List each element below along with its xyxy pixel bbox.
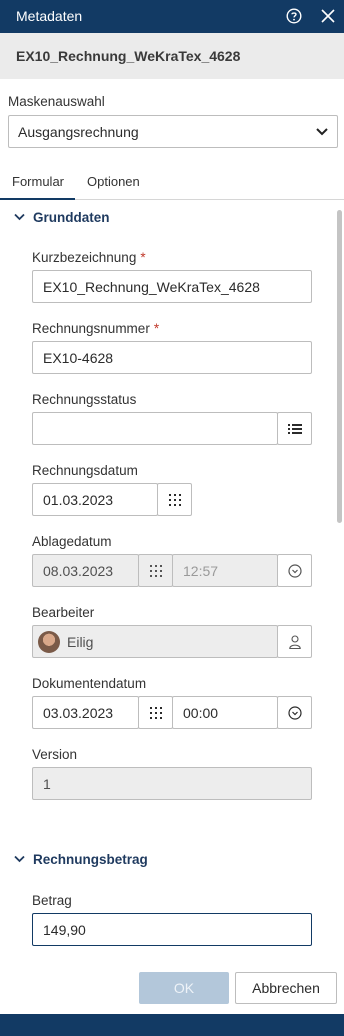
dokumentendatum-time-value: 00:00 (183, 705, 219, 721)
dokumentendatum-date-input[interactable]: 03.03.2023 (32, 696, 139, 729)
rechnungsstatus-list-button[interactable] (277, 412, 312, 445)
version-input: 1 (32, 767, 312, 800)
rechnungsstatus-input[interactable] (32, 412, 278, 445)
avatar (38, 631, 60, 653)
clock-icon (287, 563, 302, 578)
bearbeiter-input: Eilig (32, 625, 278, 658)
ablagedatum-calendar-button (138, 554, 173, 587)
rechnungsdatum-value: 01.03.2023 (43, 492, 114, 508)
version-label: Version (32, 747, 78, 762)
section-grunddaten-title: Grunddaten (33, 210, 110, 225)
dokumentendatum-calendar-button[interactable] (138, 696, 173, 729)
version-value: 1 (43, 776, 51, 792)
tab-bar: Formular Optionen (0, 166, 344, 200)
help-circle-icon[interactable] (286, 8, 302, 24)
dialog-footer: OK Abbrechen (0, 964, 344, 1014)
betrag-input[interactable]: 149,90 (32, 913, 312, 946)
calendar-grid-icon (168, 493, 181, 506)
bottom-bar (0, 1014, 344, 1036)
title-bar: Metadaten (0, 0, 344, 33)
chevron-down-icon (14, 213, 25, 221)
chevron-down-icon (14, 855, 25, 863)
required-mark: * (140, 250, 146, 265)
form-scroll-area[interactable]: Grunddaten Kurzbezeichnung * EX10_Rechnun… (0, 200, 344, 964)
section-rechnungsbetrag-title: Rechnungsbetrag (33, 852, 148, 867)
close-icon[interactable] (320, 8, 336, 24)
window-title: Metadaten (16, 8, 83, 24)
document-name: EX10_Rechnung_WeKraTex_4628 (16, 48, 241, 64)
mask-select[interactable]: Ausgangsrechnung (8, 115, 338, 148)
rechnungsnummer-value: EX10-4628 (43, 350, 114, 366)
kurzbezeichnung-input[interactable]: EX10_Rechnung_WeKraTex_4628 (32, 270, 312, 303)
cancel-button[interactable]: Abbrechen (235, 972, 337, 1004)
bearbeiter-label: Bearbeiter (32, 605, 95, 620)
rechnungsnummer-label: Rechnungsnummer * (32, 321, 159, 336)
user-icon (288, 634, 301, 649)
betrag-value: 149,90 (43, 922, 86, 938)
ablagedatum-label: Ablagedatum (32, 534, 112, 549)
dokumentendatum-label: Dokumentendatum (32, 676, 147, 691)
chevron-down-icon (316, 128, 328, 136)
kurzbezeichnung-label-text: Kurzbezeichnung (32, 250, 137, 265)
calendar-grid-icon (149, 564, 162, 577)
calendar-grid-icon (149, 706, 162, 719)
dokumentendatum-date-value: 03.03.2023 (43, 705, 114, 721)
ablagedatum-date-value: 08.03.2023 (43, 563, 114, 579)
bearbeiter-user-button[interactable] (277, 625, 312, 658)
ablagedatum-clock-button (277, 554, 312, 587)
ablagedatum-date-input: 08.03.2023 (32, 554, 139, 587)
scrollbar[interactable] (337, 210, 342, 523)
kurzbezeichnung-label: Kurzbezeichnung * (32, 250, 146, 265)
tab-formular[interactable]: Formular (12, 174, 64, 189)
ablagedatum-time-value: 12:57 (183, 563, 219, 579)
dokumentendatum-time-input[interactable]: 00:00 (172, 696, 278, 729)
kurzbezeichnung-value: EX10_Rechnung_WeKraTex_4628 (43, 279, 260, 295)
ok-button[interactable]: OK (139, 972, 229, 1004)
list-icon (287, 423, 302, 434)
mask-selected-value: Ausgangsrechnung (18, 124, 139, 140)
required-mark: * (153, 321, 160, 336)
rechnungsdatum-label: Rechnungsdatum (32, 463, 138, 478)
betrag-label: Betrag (32, 893, 72, 908)
rechnungsdatum-input[interactable]: 01.03.2023 (32, 483, 158, 516)
rechnungsnummer-input[interactable]: EX10-4628 (32, 341, 312, 374)
mask-label: Maskenauswahl (8, 94, 105, 109)
rechnungsstatus-label: Rechnungsstatus (32, 392, 137, 407)
rechnungsnummer-label-text: Rechnungsnummer (32, 321, 150, 336)
bearbeiter-value: Eilig (67, 634, 94, 650)
rechnungsdatum-calendar-button[interactable] (157, 483, 192, 516)
ablagedatum-time-input: 12:57 (172, 554, 278, 587)
clock-icon (287, 705, 302, 720)
tab-optionen[interactable]: Optionen (87, 174, 140, 189)
document-header: EX10_Rechnung_WeKraTex_4628 (0, 33, 344, 79)
dokumentendatum-clock-button[interactable] (277, 696, 312, 729)
